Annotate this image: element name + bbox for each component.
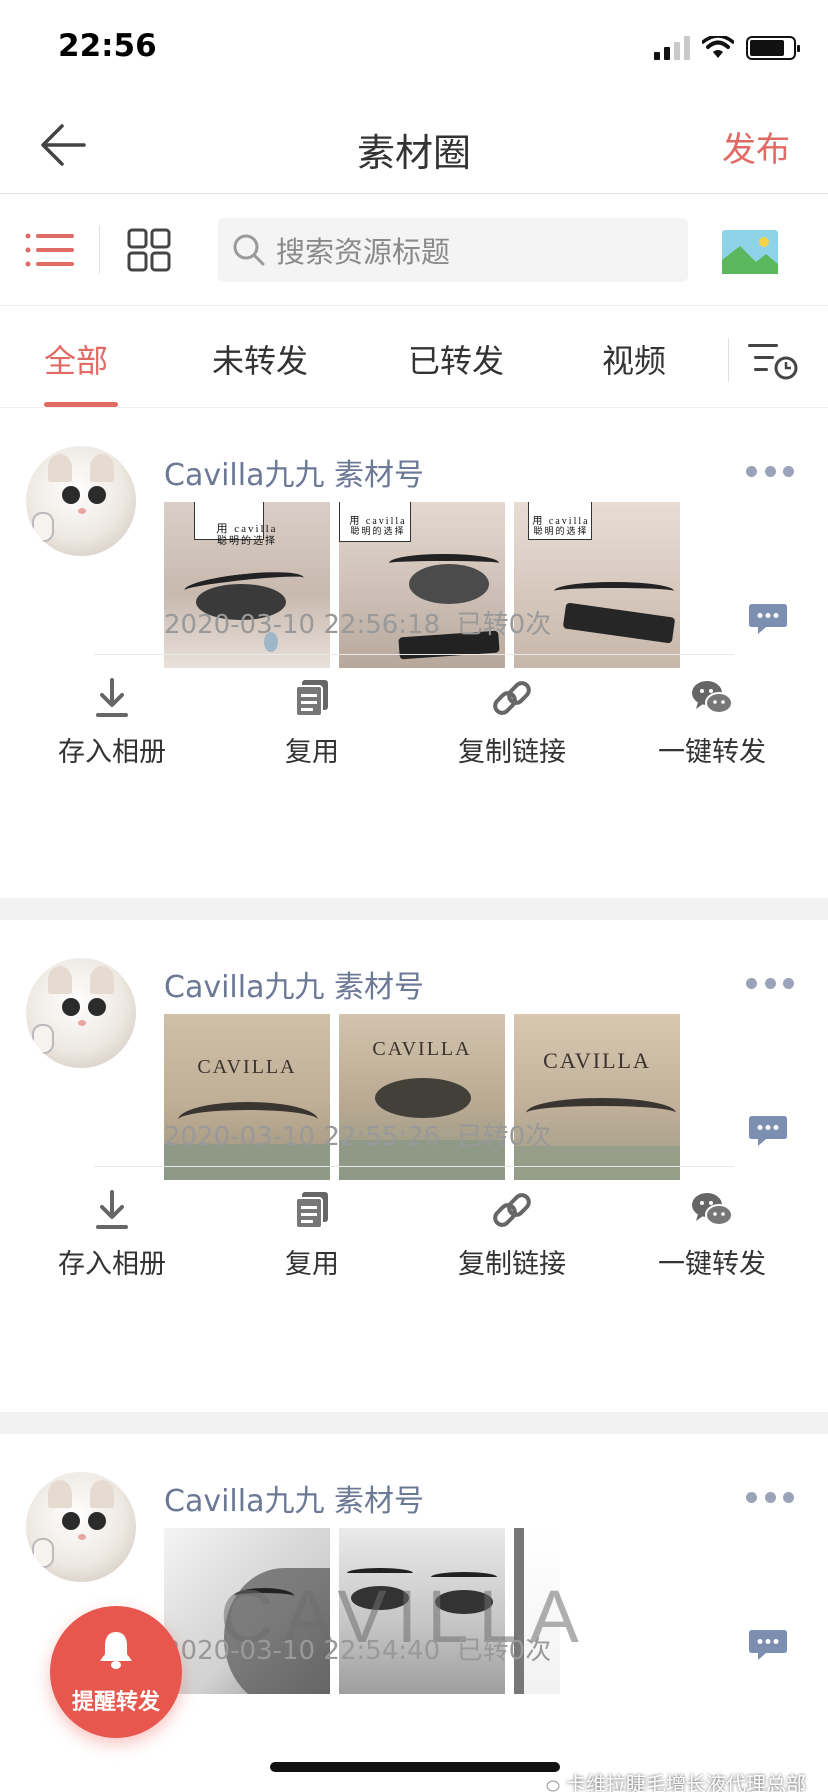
tab-all[interactable]: 全部 — [44, 336, 108, 382]
post-image[interactable]: 用 cavilla 聪明的选择 — [339, 502, 505, 668]
post-image[interactable]: 用 cavilla 聪明的选择 — [514, 502, 680, 668]
grid-view-icon[interactable] — [127, 228, 171, 272]
post-meta: 2020-03-10 22:55:26 已转0次 — [164, 1116, 551, 1153]
brand-text: CAVILLA — [372, 1038, 472, 1060]
page-title: 素材圈 — [356, 131, 471, 175]
tab-not-forwarded[interactable]: 未转发 — [212, 336, 308, 382]
post-author[interactable]: Cavilla九九 素材号 — [164, 450, 424, 494]
more-options-icon[interactable] — [746, 976, 794, 990]
post-images: 用 cavilla 聪明的选择 用 cavilla 聪明的选择 用 cavill… — [164, 502, 680, 668]
wechat-icon — [692, 681, 733, 714]
post-divider — [94, 1166, 734, 1167]
remind-forward-button[interactable]: 提醒转发 — [50, 1606, 182, 1738]
cellular-signal-icon — [654, 36, 690, 60]
history-filter-icon[interactable] — [748, 340, 798, 380]
wifi-icon — [702, 36, 734, 58]
post-image[interactable]: CAVILLA — [164, 1014, 330, 1180]
tab-active-indicator — [44, 402, 118, 407]
comment-icon[interactable] — [748, 1628, 788, 1662]
post-images: CAVILLA CAVILLA CAVILLA — [164, 1014, 680, 1180]
tab-video[interactable]: 视频 — [602, 336, 666, 382]
post-divider — [94, 654, 734, 655]
status-time: 22:56 — [58, 28, 157, 64]
post-image[interactable]: 用 cavilla 聪明的选择 — [164, 502, 330, 668]
image-overlay-text: 聪明的选择 — [217, 536, 277, 547]
nav-bar: 素材圈 发布 — [0, 96, 828, 194]
image-filter-icon[interactable] — [722, 230, 778, 274]
battery-icon — [746, 36, 800, 60]
post-actions: 存入相册 复用 复制链接 一键转发 — [0, 1188, 828, 1298]
wechat-icon — [692, 1193, 733, 1226]
post-timestamp: 2020-03-10 22:54:40 — [164, 1636, 441, 1666]
save-to-album-label: 存入相册 — [58, 1249, 166, 1280]
search-input[interactable]: 搜索资源标题 — [218, 218, 688, 282]
post-actions: 存入相册 复用 复制链接 一键转发 — [0, 676, 828, 786]
remind-forward-label: 提醒转发 — [71, 1690, 160, 1715]
search-icon — [233, 234, 265, 266]
save-to-album-button[interactable]: 存入相册 — [32, 1188, 192, 1281]
bell-icon — [100, 1632, 132, 1669]
post-author[interactable]: Cavilla九九 素材号 — [164, 962, 424, 1006]
brand-text: CAVILLA — [197, 1056, 297, 1078]
copy-link-label: 复制链接 — [458, 737, 566, 768]
copy-link-label: 复制链接 — [458, 1249, 566, 1280]
home-indicator — [270, 1762, 560, 1772]
copy-document-icon — [295, 1192, 328, 1229]
post-timestamp: 2020-03-10 22:55:26 — [164, 1122, 441, 1152]
more-options-icon[interactable] — [746, 1490, 794, 1504]
forward-count: 已转0次 — [456, 1636, 552, 1666]
post-card: Cavilla九九 素材号 CAVILLA CAVILLA CAVILLA 20… — [0, 920, 828, 1412]
post-image[interactable]: CAVILLA — [514, 1014, 680, 1180]
reuse-label: 复用 — [285, 1249, 339, 1280]
avatar[interactable] — [26, 1472, 136, 1582]
brand-text: CAVILLA — [543, 1048, 651, 1073]
copy-link-button[interactable]: 复制链接 — [432, 676, 592, 769]
post-timestamp: 2020-03-10 22:56:18 — [164, 610, 441, 640]
comment-icon[interactable] — [748, 602, 788, 636]
post-meta: 2020-03-10 22:54:40 已转0次 — [164, 1630, 551, 1667]
more-options-icon[interactable] — [746, 464, 794, 478]
status-bar: 22:56 — [0, 0, 828, 96]
list-view-icon[interactable] — [24, 232, 76, 268]
search-placeholder: 搜索资源标题 — [276, 235, 451, 269]
image-overlay-text: 聪明的选择 — [533, 526, 589, 536]
one-click-forward-label: 一键转发 — [658, 737, 766, 768]
publish-button[interactable]: 发布 — [722, 122, 790, 171]
save-to-album-button[interactable]: 存入相册 — [32, 676, 192, 769]
reuse-label: 复用 — [285, 737, 339, 768]
post-card: Cavilla九九 素材号 用 cavilla 聪明的选择 用 cavilla … — [0, 408, 828, 898]
one-click-forward-label: 一键转发 — [658, 1249, 766, 1280]
download-icon — [96, 1190, 128, 1229]
avatar[interactable] — [26, 446, 136, 556]
tab-forwarded[interactable]: 已转发 — [408, 336, 504, 382]
link-icon — [493, 1193, 531, 1227]
tabs-divider — [728, 338, 729, 382]
avatar[interactable] — [26, 958, 136, 1068]
status-icons — [654, 36, 800, 60]
post-meta: 2020-03-10 22:56:18 已转0次 — [164, 604, 551, 641]
link-icon — [493, 681, 531, 715]
account-watermark: 卡维拉睫毛增长液代理总部 — [538, 1768, 806, 1792]
comment-icon[interactable] — [748, 1114, 788, 1148]
wechat-logo-icon — [539, 1774, 560, 1791]
copy-link-button[interactable]: 复制链接 — [432, 1188, 592, 1281]
image-overlay-text: 聪明的选择 — [350, 526, 406, 536]
post-image[interactable]: CAVILLA — [339, 1014, 505, 1180]
post-author[interactable]: Cavilla九九 素材号 — [164, 1476, 424, 1520]
toolbar: 搜索资源标题 — [0, 194, 828, 306]
one-click-forward-button[interactable]: 一键转发 — [632, 1188, 792, 1281]
toolbar-divider — [99, 226, 100, 274]
filter-tabs: 全部 未转发 已转发 视频 — [0, 306, 828, 408]
download-icon — [96, 678, 128, 717]
reuse-button[interactable]: 复用 — [232, 1188, 392, 1281]
one-click-forward-button[interactable]: 一键转发 — [632, 676, 792, 769]
forward-count: 已转0次 — [456, 610, 552, 640]
post-separator — [0, 898, 828, 920]
copy-document-icon — [295, 680, 328, 717]
watermark-text: 卡维拉睫毛增长液代理总部 — [566, 1772, 806, 1792]
post-separator — [0, 1412, 828, 1434]
reuse-button[interactable]: 复用 — [232, 676, 392, 769]
save-to-album-label: 存入相册 — [58, 737, 166, 768]
forward-count: 已转0次 — [456, 1122, 552, 1152]
